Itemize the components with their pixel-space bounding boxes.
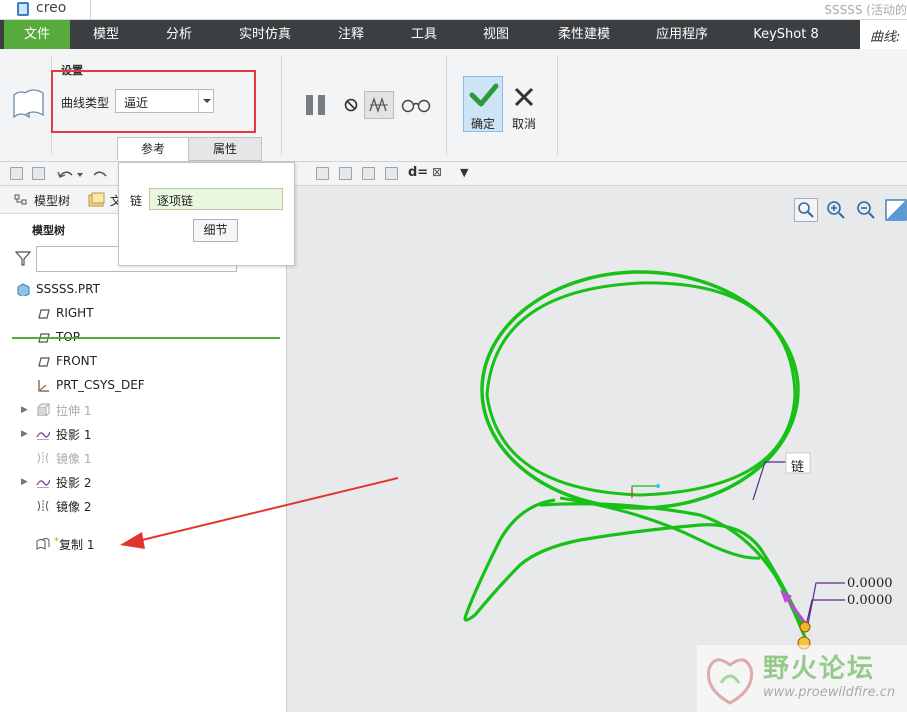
watermark-logo-icon	[706, 658, 754, 705]
chain-annotation: 链	[791, 460, 805, 475]
chain-label: 链	[130, 194, 143, 208]
chain-collector[interactable]: 逐项链	[149, 188, 283, 210]
direction-arrow[interactable]	[784, 596, 807, 624]
zoom-out-icon[interactable]	[854, 198, 878, 222]
curve-end-point[interactable]	[799, 621, 811, 633]
watermark-text: 野火论坛	[763, 654, 876, 684]
watermark-url: www.proewildfire.cn	[763, 685, 896, 700]
zoom-in-icon[interactable]	[824, 198, 848, 222]
references-popup: 链 逐项链 细节	[118, 162, 295, 266]
curve-lower-branch-b[interactable]	[539, 502, 808, 641]
watermark: 野火论坛 www.proewildfire.cn	[697, 645, 907, 712]
repaint-icon[interactable]	[884, 198, 907, 222]
curve-drawing	[120, 270, 845, 650]
red-pointer-arrow	[137, 477, 399, 542]
refit-icon[interactable]	[794, 198, 818, 222]
details-button[interactable]: 细节	[193, 219, 238, 242]
curve-lower-branch-a[interactable]	[463, 498, 807, 631]
dimension-value-1[interactable]: 0.0000	[847, 576, 893, 591]
curve-loop-inner[interactable]	[485, 281, 797, 497]
view-toolbar	[792, 196, 907, 226]
dim-leader-1	[807, 582, 845, 625]
dim-leader-2	[804, 599, 845, 631]
chain-collector-value: 逐项链	[157, 194, 194, 208]
dimension-value-2[interactable]: 0.0000	[847, 593, 893, 608]
